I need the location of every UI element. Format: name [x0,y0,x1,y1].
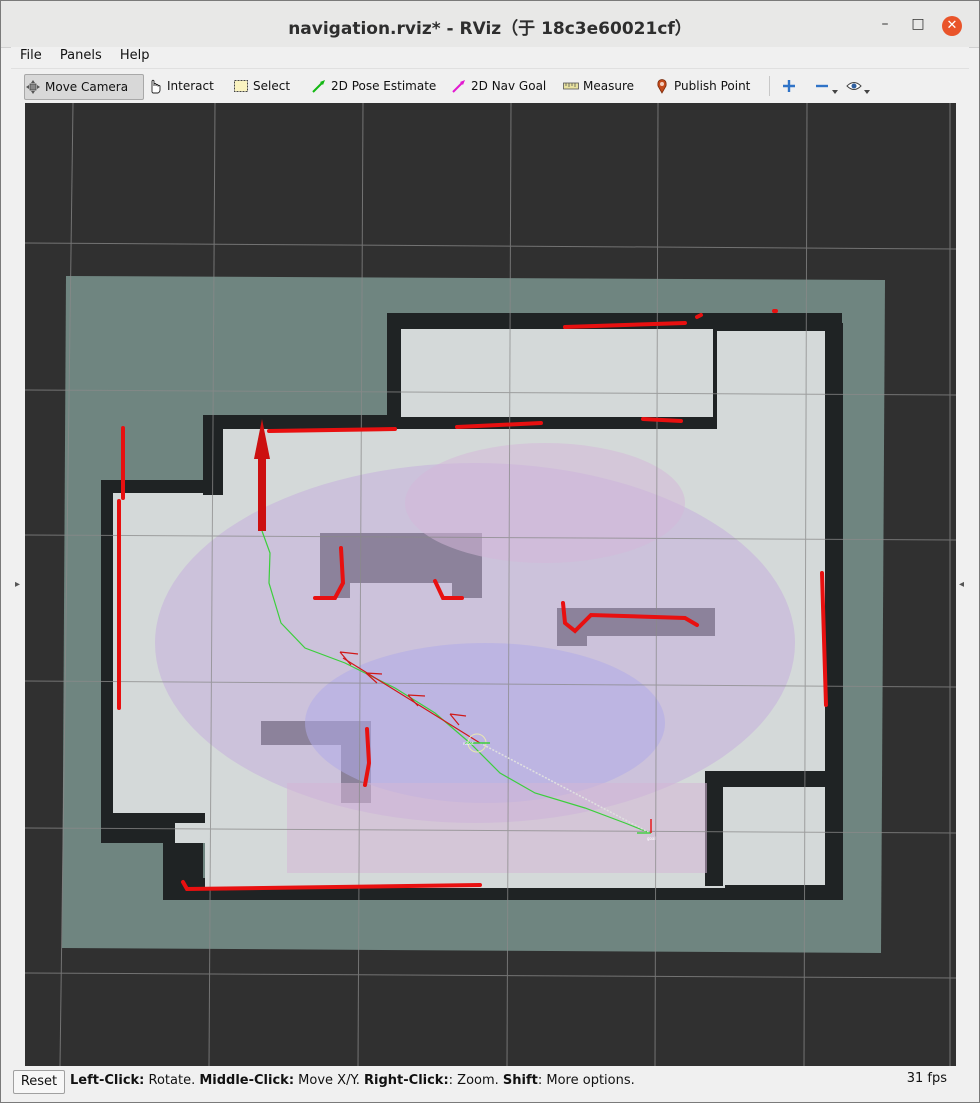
map-pin-icon [657,79,667,94]
ruler-icon [563,82,579,90]
select-label: Select [253,79,291,93]
left-panel-toggle[interactable]: ▸ [15,579,23,590]
interact-label: Interact [167,79,214,93]
close-button[interactable]: ✕ [942,16,962,36]
publish-point-label: Publish Point [674,79,751,93]
reset-button[interactable]: Reset [13,1070,65,1094]
mouse-hint: Left-Click: Rotate. Middle-Click: Move X… [70,1073,635,1088]
hint-zoom: : Zoom. [448,1073,503,1088]
tools-toolbar: Move Camera Interact Select 2D Pose Esti… [11,68,969,104]
hint-more: : More options. [537,1073,635,1088]
rviz-window: navigation.rviz* - RViz（于 18c3e60021cf） … [0,0,980,1103]
measure-tool[interactable]: Measure [563,74,634,98]
nav-goal-tool[interactable]: 2D Nav Goal [451,74,546,98]
hint-move: Move X/Y. [294,1073,365,1088]
select-tool[interactable]: Select [233,74,290,98]
menu-file[interactable]: File [11,47,47,63]
dropdown-caret-icon [864,90,870,94]
menu-bar: File Panels Help [11,47,969,67]
hint-shift: Shift [502,1073,538,1088]
minus-icon [816,84,828,88]
status-bar: Reset Left-Click: Rotate. Middle-Click: … [11,1067,969,1097]
interact-tool[interactable]: Interact [147,74,214,98]
hint-left-click: Left-Click: [70,1073,145,1088]
move-camera-tool[interactable]: Move Camera [24,74,144,100]
menu-panels[interactable]: Panels [51,47,107,63]
pose-estimate-label: 2D Pose Estimate [331,79,437,93]
eye-icon [846,82,862,90]
publish-point-tool[interactable]: Publish Point [654,74,750,98]
hint-rotate: Rotate. [144,1073,200,1088]
window-title: navigation.rviz* - RViz（于 18c3e60021cf） [288,19,692,39]
nav-goal-label: 2D Nav Goal [471,79,547,93]
plus-icon [783,80,795,92]
title-bar[interactable]: navigation.rviz* - RViz（于 18c3e60021cf） … [1,1,979,48]
add-tool-button[interactable] [781,74,797,98]
green-arrow-icon [312,80,325,93]
move-camera-label: Move Camera [45,80,129,94]
maximize-button[interactable]: □ [909,15,927,33]
hint-middle-click: Middle-Click: [199,1073,295,1088]
robot-frame-label: robot [463,741,474,746]
pose-estimate-tool[interactable]: 2D Pose Estimate [311,74,436,98]
hint-right-click: Right-Click: [364,1073,449,1088]
3d-view[interactable]: robot goal [25,103,956,1066]
fps-counter: 31 fps [906,1071,947,1086]
pink-arrow-icon [452,80,465,93]
move-camera-icon [26,80,40,94]
remove-tool-button[interactable] [814,74,838,98]
menu-help[interactable]: Help [111,47,155,63]
minimize-button[interactable]: – [876,15,894,33]
select-box-icon [234,80,248,92]
toolbar-separator [769,76,770,96]
right-panel-toggle[interactable]: ◂ [959,579,967,590]
goal-frame-label: goal [647,836,656,841]
visibility-tool-button[interactable] [846,74,870,98]
hand-cursor-icon [151,79,161,94]
measure-label: Measure [583,79,634,93]
dropdown-caret-icon [832,90,838,94]
